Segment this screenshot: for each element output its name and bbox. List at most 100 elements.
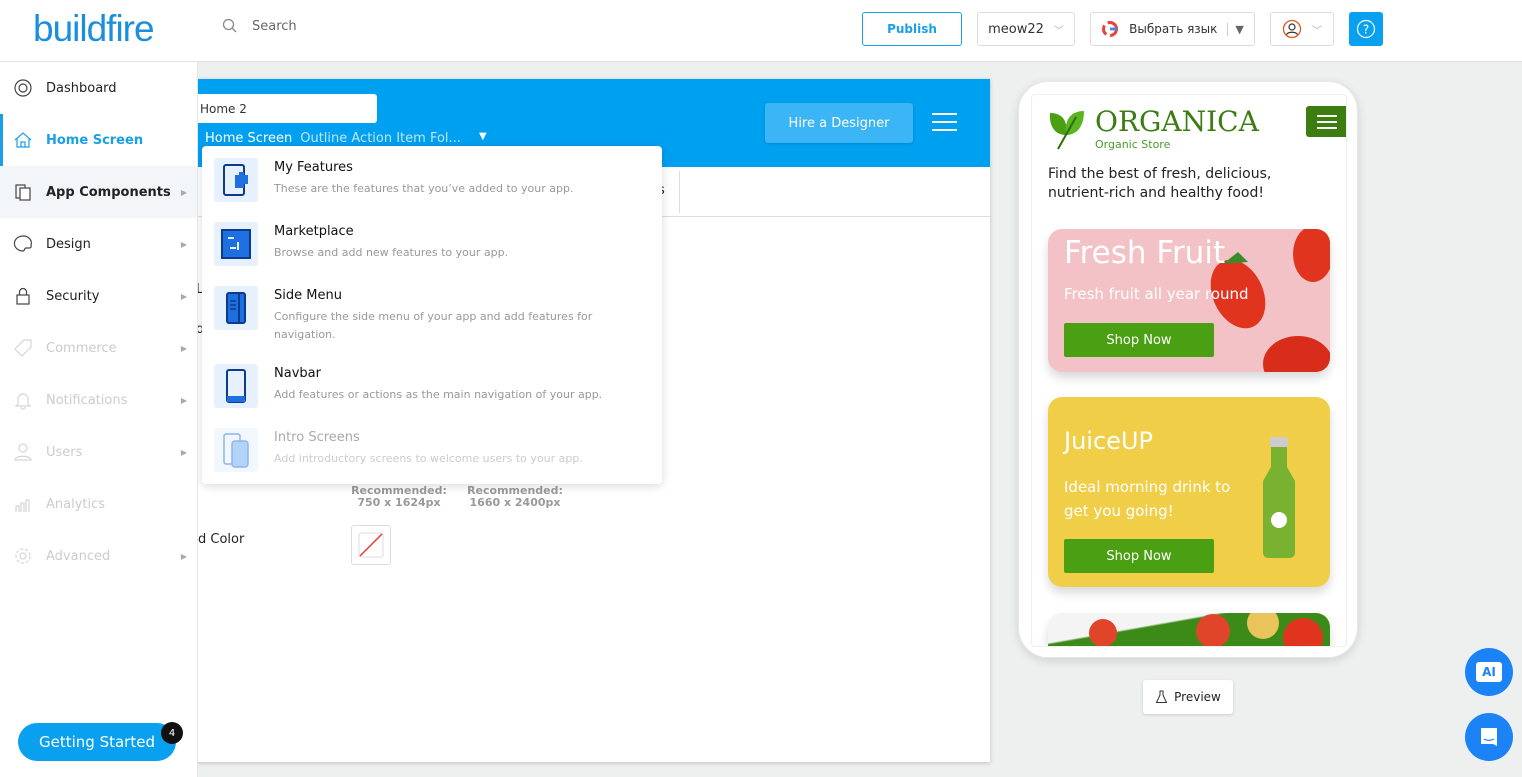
hire-designer-button[interactable]: Hire a Designer [765, 103, 913, 143]
components-icon [13, 182, 33, 202]
lock-icon [13, 286, 33, 306]
chevron-right-icon: ▶ [180, 187, 187, 197]
chevron-right-icon: ▶ [180, 551, 187, 561]
preview-label: Preview [1174, 690, 1221, 704]
ai-assistant-button[interactable]: AI [1465, 648, 1513, 696]
sidebar-item-advanced: Advanced ▶ [0, 530, 197, 582]
search-box[interactable]: Search [222, 18, 297, 34]
juiceup-card[interactable]: JuiceUP Ideal morning drink to get you g… [1048, 397, 1330, 587]
svg-text:?: ? [1363, 23, 1369, 37]
chevron-down-icon: ﹀ [1053, 25, 1064, 37]
home-icon [13, 130, 33, 150]
lifebuoy-icon [13, 78, 33, 98]
sidebar-item-label: Home Screen [46, 132, 144, 148]
publish-button[interactable]: Publish [862, 12, 962, 46]
menu-item-title: Side Menu [274, 288, 342, 303]
sidebar-item-label: Design [46, 236, 91, 252]
card-subtitle: Ideal morning drink to get you going! [1064, 478, 1231, 520]
menu-item-desc: Browse and add new features to your app. [274, 246, 509, 259]
search-placeholder[interactable]: Search [252, 19, 297, 34]
app-name: meow22 [988, 21, 1044, 37]
tab-divider [679, 171, 680, 213]
help-button[interactable]: ? [1349, 12, 1383, 46]
menu-item-title: Intro Screens [274, 430, 360, 445]
menu-item-desc: Add introductory screens to welcome user… [274, 452, 583, 465]
breadcrumb-current[interactable]: Outline Action Item Fol... [300, 131, 461, 146]
background-color-swatch[interactable] [351, 525, 391, 565]
menu-item-desc: Add features or actions as the main navi… [274, 388, 603, 401]
sidebar-item-label: Commerce [46, 340, 117, 356]
getting-started-button[interactable]: Getting Started [18, 723, 176, 761]
shop-now-button[interactable]: Shop Now [1064, 323, 1214, 357]
puzzle-icon [214, 222, 258, 266]
sidebar-item-label: Users [46, 444, 83, 460]
user-avatar-icon [1282, 19, 1302, 39]
no-color-icon [358, 532, 384, 558]
menu-item-my-features[interactable]: My Features These are the features that y… [214, 158, 624, 202]
juice-bottle-image [1263, 437, 1295, 558]
ai-chat-icon: AI [1476, 662, 1502, 682]
menu-item-desc: These are the features that you’ve added… [274, 182, 574, 195]
app-select[interactable]: meow22 ﹀ [977, 12, 1075, 46]
sidebar-item-notifications: Notifications ▶ [0, 374, 197, 426]
google-icon [1102, 21, 1119, 37]
menu-item-title: My Features [274, 160, 353, 175]
hamburger-menu-icon[interactable] [932, 113, 957, 137]
sidebar-item-security[interactable]: Security ▶ [0, 270, 197, 322]
menu-item-title: Marketplace [274, 224, 354, 239]
vegetables-image [1089, 613, 1323, 646]
shop-now-button[interactable]: Shop Now [1064, 539, 1214, 573]
menu-item-navbar[interactable]: Navbar Add features or actions as the mai… [214, 364, 624, 408]
add-menu-dropdown: My Features These are the features that y… [202, 146, 662, 484]
sidebar-item-users: Users ▶ [0, 426, 197, 478]
sidebar-item-label: Dashboard [46, 80, 117, 96]
sidebar-item-app-components[interactable]: App Components ▶ [0, 166, 197, 218]
chevron-right-icon: ▶ [180, 395, 187, 405]
sidebar-item-dashboard[interactable]: Dashboard [0, 62, 197, 114]
recommended-size: Recommended: 1660 x 2400px [460, 485, 570, 509]
menu-item-intro-screens: Intro Screens Add introductory screens to… [214, 428, 624, 472]
buildfire-logo[interactable]: buildfire [33, 8, 155, 50]
sidebar-item-home-screen[interactable]: Home Screen [0, 114, 197, 166]
language-select[interactable]: Выбрать язык ▼ [1090, 12, 1255, 46]
bell-icon [13, 390, 33, 410]
search-icon [222, 18, 237, 33]
intercom-chat-button[interactable] [1465, 713, 1513, 761]
menu-item-marketplace[interactable]: Marketplace Browse and add new features t… [214, 222, 624, 266]
card-title: JuiceUP [1064, 427, 1153, 455]
sidebar-item-label: Advanced [46, 548, 111, 564]
card-subtitle: Fresh fruit all year round [1064, 285, 1249, 303]
chat-icon [1481, 728, 1497, 746]
intro-screens-icon [214, 428, 258, 472]
flask-icon [1155, 690, 1168, 703]
sidebar-item-commerce: Commerce ▶ [0, 322, 197, 374]
recommended-value: 1660 x 2400px [469, 496, 561, 509]
brand-name: ORGANICA [1095, 105, 1259, 138]
brand-subtitle: Organic Store [1095, 138, 1171, 151]
puzzle-phone-icon [214, 158, 258, 202]
phone-navbar-icon [214, 364, 258, 408]
chart-icon [13, 494, 33, 514]
preview-button[interactable]: Preview [1143, 680, 1233, 714]
menu-item-title: Navbar [274, 366, 321, 381]
fresh-fruit-card[interactable]: Fresh Fruit Fresh fruit all year round S… [1048, 229, 1330, 372]
account-menu[interactable]: ﹀ [1270, 12, 1334, 46]
phone-menu-icon[interactable] [1306, 106, 1346, 137]
chevron-down-icon: ﹀ [1312, 25, 1322, 37]
vegetables-card[interactable] [1048, 613, 1330, 646]
caret-down-icon[interactable]: ▼ [479, 131, 487, 146]
breadcrumb-home-screen[interactable]: Home Screen [205, 131, 292, 146]
card-title: Fresh Fruit [1064, 235, 1226, 271]
sidebar-item-label: App Components [46, 184, 171, 200]
recommended-value: 750 x 1624px [357, 496, 441, 509]
sidebar-item-design[interactable]: Design ▶ [0, 218, 197, 270]
screen-name-input[interactable] [180, 94, 377, 123]
sidebar-item-label: Notifications [46, 392, 128, 408]
leaf-logo-icon [1049, 111, 1084, 150]
sidebar: Dashboard Home Screen App Components ▶ Desig… [0, 62, 198, 777]
caret-down-icon: ▼ [1227, 22, 1244, 36]
menu-item-side-menu[interactable]: Side Menu Configure the side menu of your… [214, 286, 624, 344]
getting-started-badge: 4 [161, 722, 183, 744]
menu-item-desc: Configure the side menu of your app and … [274, 310, 593, 341]
chevron-right-icon: ▶ [180, 239, 187, 249]
